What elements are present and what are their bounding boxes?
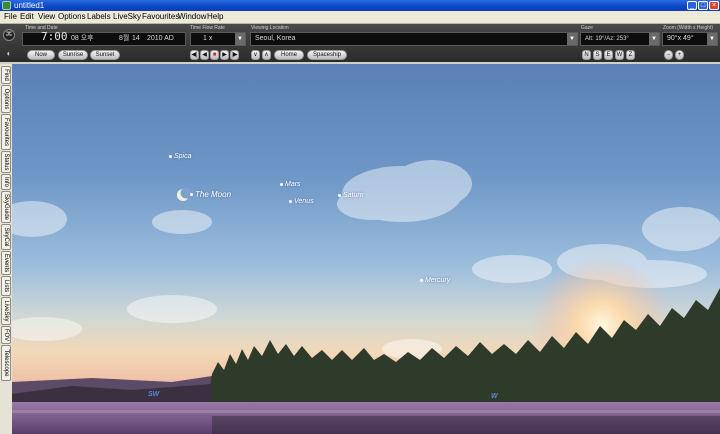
compass-sw: SW <box>148 391 160 398</box>
minimize-icon[interactable]: _ <box>687 1 697 10</box>
menu-favourites[interactable]: Favourites <box>142 11 179 23</box>
gaze-south-button[interactable]: S <box>593 50 602 60</box>
gaze-label: Gaze <box>581 25 593 31</box>
day-value[interactable]: 14 <box>132 33 140 45</box>
gaze-select[interactable]: Alt: 19°/Az: 253° ▼ <box>580 32 660 46</box>
menu-help[interactable]: Help <box>207 11 223 23</box>
gaze-value: Alt: 19°/Az: 253° <box>585 36 629 42</box>
time-date-field[interactable]: 7:00 08 오후 8월 14 2010 AD <box>22 31 186 46</box>
toolbar: ⌘ ◐ Time and Date 7:00 08 오후 8월 14 2010 … <box>0 24 720 62</box>
zoom-dropdown-icon[interactable]: ▼ <box>707 33 717 45</box>
close-icon[interactable]: × <box>709 1 719 10</box>
menu-livesky[interactable]: LiveSky <box>113 11 141 23</box>
object-spica[interactable]: Spica <box>169 153 192 160</box>
home-button[interactable]: Home <box>274 50 304 60</box>
title-bar: untitled1 _ □ × <box>0 0 720 11</box>
pin-icon[interactable]: ⌘ <box>3 29 15 41</box>
gaze-zenith-button[interactable]: Z <box>626 50 635 60</box>
time-flow-select[interactable]: 1 x ▼ <box>190 32 246 46</box>
tab-events[interactable]: Events <box>1 251 11 275</box>
time-flow-value: 1 x <box>203 35 213 42</box>
tab-find[interactable]: Find <box>1 66 11 84</box>
sunset-button[interactable]: Sunset <box>90 50 120 60</box>
zoom-out-button[interactable]: − <box>664 50 673 60</box>
tab-info[interactable]: Info <box>1 174 11 190</box>
month-value[interactable]: 8월 <box>119 33 129 45</box>
app-icon <box>2 1 11 10</box>
tab-lists[interactable]: Lists <box>1 276 11 296</box>
sky-view[interactable]: Spica The Moon Mars Venus Saturn Mercury… <box>12 64 720 434</box>
toggle-icon[interactable]: ◐ <box>3 48 15 60</box>
object-moon[interactable]: The Moon <box>190 190 231 199</box>
tab-skycal[interactable]: SkyCal <box>1 224 11 250</box>
zoom-label: Zoom (Width x Height) <box>663 25 714 31</box>
object-mars[interactable]: Mars <box>280 181 301 188</box>
object-saturn[interactable]: Saturn <box>338 192 364 199</box>
gaze-west-button[interactable]: W <box>615 50 624 60</box>
year-value[interactable]: 2010 AD <box>147 33 174 45</box>
menu-bar: File Edit View Options Labels LiveSky Fa… <box>0 11 720 24</box>
object-mercury[interactable]: Mercury <box>420 277 450 284</box>
menu-view[interactable]: View <box>38 11 55 23</box>
sunrise-button[interactable]: Sunrise <box>58 50 88 60</box>
now-button[interactable]: Now <box>27 50 55 60</box>
gaze-north-button[interactable]: N <box>582 50 591 60</box>
tab-livesky[interactable]: LiveSky <box>1 297 11 325</box>
time-value[interactable]: 7:00 <box>41 31 68 43</box>
location-dropdown-icon[interactable]: ▼ <box>567 33 577 45</box>
location-down-button[interactable]: ∨ <box>251 50 260 60</box>
gaze-east-button[interactable]: E <box>604 50 613 60</box>
tab-telescope[interactable]: Telescope <box>1 345 11 381</box>
window-title: untitled1 <box>14 1 45 10</box>
time-flow-label: Time Flow Rate <box>190 25 225 31</box>
ampm-value[interactable]: 08 오후 <box>71 33 94 45</box>
viewing-location-label: Viewing Location <box>251 25 289 31</box>
zoom-select[interactable]: 90°x 49° ▼ <box>662 32 718 46</box>
tab-options[interactable]: Options <box>1 85 11 113</box>
menu-file[interactable]: File <box>4 11 17 23</box>
sky-scene <box>12 160 720 434</box>
tab-skyguide[interactable]: SkyGuide <box>1 191 11 223</box>
stop-button[interactable]: ■ <box>210 50 219 60</box>
menu-edit[interactable]: Edit <box>20 11 34 23</box>
location-select[interactable]: Seoul, Korea ▼ <box>250 32 578 46</box>
step-forward-button[interactable]: |▶ <box>230 50 239 60</box>
time-flow-dropdown-icon[interactable]: ▼ <box>235 33 245 45</box>
location-up-button[interactable]: ∧ <box>262 50 271 60</box>
object-venus[interactable]: Venus <box>289 198 314 205</box>
tab-favourites[interactable]: Favourites <box>1 114 11 150</box>
maximize-icon[interactable]: □ <box>698 1 708 10</box>
menu-window[interactable]: Window <box>178 11 206 23</box>
tab-status[interactable]: Status <box>1 151 11 173</box>
tab-fov[interactable]: FOV <box>1 326 11 344</box>
zoom-value: 90°x 49° <box>667 35 694 42</box>
location-value: Seoul, Korea <box>255 35 296 42</box>
compass-w: W <box>491 393 498 400</box>
play-back-button[interactable]: ◀ <box>200 50 209 60</box>
menu-labels[interactable]: Labels <box>87 11 111 23</box>
play-forward-button[interactable]: ▶ <box>220 50 229 60</box>
gaze-dropdown-icon[interactable]: ▼ <box>649 33 659 45</box>
menu-options[interactable]: Options <box>58 11 86 23</box>
spaceship-button[interactable]: Spaceship <box>307 50 347 60</box>
zoom-in-button[interactable]: + <box>675 50 684 60</box>
step-back-button[interactable]: ◀| <box>190 50 199 60</box>
